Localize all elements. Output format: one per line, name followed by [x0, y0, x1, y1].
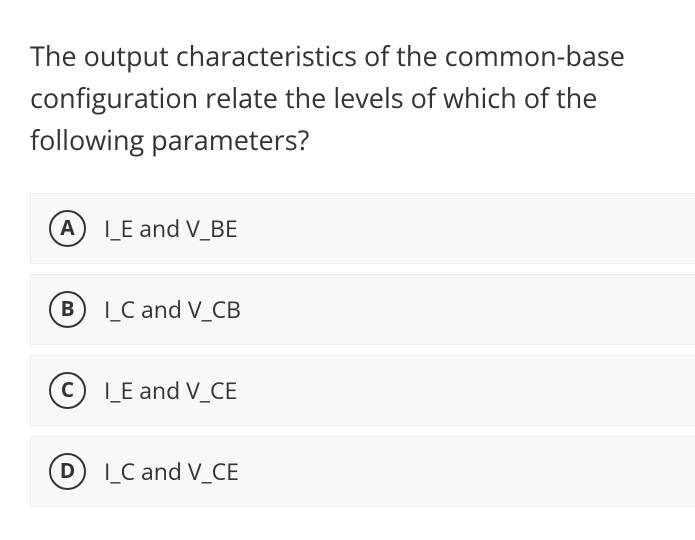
options-list: A I_E and V_BE B I_C and V_CB C I_E and … — [30, 193, 695, 507]
option-a[interactable]: A I_E and V_BE — [30, 193, 695, 264]
question-text: The output characteristics of the common… — [30, 35, 695, 161]
option-text-c: I_E and V_CE — [104, 374, 237, 406]
option-b[interactable]: B I_C and V_CB — [30, 274, 695, 345]
option-letter-d: D — [49, 453, 86, 490]
option-text-a: I_E and V_BE — [104, 212, 238, 244]
option-text-b: I_C and V_CB — [104, 293, 241, 325]
option-c[interactable]: C I_E and V_CE — [30, 355, 695, 426]
option-letter-c: C — [49, 372, 86, 409]
option-d[interactable]: D I_C and V_CE — [30, 436, 695, 507]
option-letter-b: B — [49, 291, 86, 328]
option-letter-a: A — [49, 210, 86, 247]
option-text-d: I_C and V_CE — [104, 455, 239, 487]
